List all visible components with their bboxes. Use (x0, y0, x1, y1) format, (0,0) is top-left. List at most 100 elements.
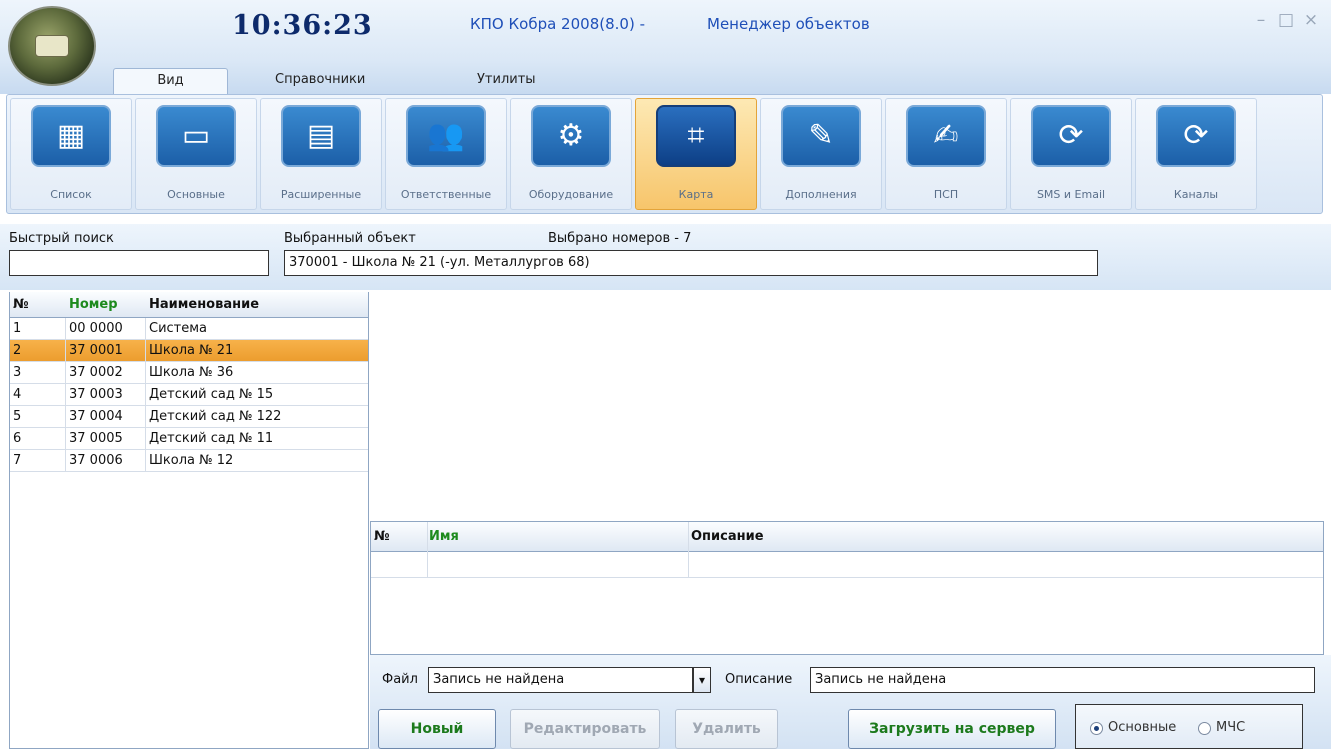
column-divider (65, 318, 66, 472)
refresh-icon: ⟳ (1156, 105, 1236, 167)
table-row[interactable]: 6 37 0005 Детский сад № 11 (10, 428, 368, 450)
minimize-icon[interactable]: – (1250, 10, 1272, 30)
ribbon-toolbar: ▦ Список ▭ Основные ▤ Расширенные 👥 Отве… (6, 94, 1323, 214)
table-row[interactable]: 7 37 0006 Школа № 12 (10, 450, 368, 472)
ribbon-map-button[interactable]: ⌗ Карта (635, 98, 757, 210)
ribbon-label: Основные (167, 188, 225, 201)
users-icon: 👥 (406, 105, 486, 167)
cell-name: Школа № 36 (149, 365, 234, 380)
cell-name: Система (149, 321, 208, 336)
refresh-icon: ⟳ (1031, 105, 1111, 167)
ribbon-responsible-button[interactable]: 👥 Ответственные (385, 98, 507, 210)
table-row[interactable]: 4 37 0003 Детский сад № 15 (10, 384, 368, 406)
ribbon-psp-button[interactable]: ✍ ПСП (885, 98, 1007, 210)
table-row[interactable]: 5 37 0004 Детский сад № 122 (10, 406, 368, 428)
column-divider (688, 522, 689, 578)
table-row-selected[interactable]: 2 37 0001 Школа № 21 (10, 340, 368, 362)
cell-num: 5 (13, 409, 22, 424)
notepad-icon: ✎ (781, 105, 861, 167)
list-icon: ▦ (31, 105, 111, 167)
cell-num: 6 (13, 431, 22, 446)
cell-num: 1 (13, 321, 22, 336)
ribbon-label: SMS и Email (1036, 188, 1106, 201)
radio-mchs-label: МЧС (1216, 720, 1246, 735)
column-description-header[interactable]: Описание (691, 529, 764, 544)
quick-search-input[interactable] (9, 250, 269, 276)
cell-name: Детский сад № 122 (149, 409, 282, 424)
delete-button[interactable]: Удалить (675, 709, 778, 749)
cell-name: Школа № 12 (149, 453, 234, 468)
app-logo-icon (8, 6, 96, 86)
column-divider (427, 522, 428, 578)
column-num-header[interactable]: № (13, 297, 29, 312)
mode-radio-group: Основные МЧС (1075, 704, 1303, 749)
table-row[interactable]: 3 37 0002 Школа № 36 (10, 362, 368, 384)
ribbon-label: Расширенные (280, 188, 362, 201)
table-row[interactable]: 1 00 0000 Система (10, 318, 368, 340)
objects-table: № Номер Наименование 1 00 0000 Система 2… (9, 292, 369, 749)
cell-number: 37 0003 (69, 387, 123, 402)
ribbon-label: Список (50, 188, 92, 201)
table-row[interactable] (371, 552, 1323, 578)
ribbon-label: Оборудование (528, 188, 614, 201)
cell-num: 2 (13, 343, 22, 358)
radio-mchs[interactable] (1198, 722, 1211, 735)
title-bar: 10:36:23 КПО Кобра 2008(8.0) - Менеджер … (0, 0, 1331, 60)
ribbon-sms-email-button[interactable]: ⟳ SMS и Email (1010, 98, 1132, 210)
signature-icon: ✍ (906, 105, 986, 167)
app-name: КПО Кобра 2008(8.0) - (470, 15, 645, 33)
ribbon-label: Дополнения (785, 188, 857, 201)
clock: 10:36:23 (232, 10, 373, 41)
ribbon-label: Ответственные (400, 188, 492, 201)
chevron-down-icon[interactable]: ▾ (693, 667, 711, 693)
cell-number: 37 0005 (69, 431, 123, 446)
column-num-header[interactable]: № (374, 529, 390, 544)
cell-num: 3 (13, 365, 22, 380)
tab-references[interactable]: Справочники (267, 68, 373, 94)
search-panel: Быстрый поиск Выбранный объект Выбрано н… (0, 224, 1331, 290)
new-button[interactable]: Новый (378, 709, 496, 749)
description-label: Описание (725, 672, 793, 687)
ribbon-label: Карта (678, 188, 714, 201)
ribbon-equipment-button[interactable]: ⚙ Оборудование (510, 98, 632, 210)
column-number-header[interactable]: Номер (69, 297, 118, 312)
cell-number: 37 0006 (69, 453, 123, 468)
ribbon-extended-button[interactable]: ▤ Расширенные (260, 98, 382, 210)
column-divider (145, 318, 146, 472)
radio-main-label: Основные (1108, 720, 1177, 735)
tab-row: Вид Справочники Утилиты (0, 60, 1331, 94)
cell-name: Детский сад № 15 (149, 387, 274, 402)
files-table: № Имя Описание (370, 521, 1324, 655)
selected-object-field: 370001 - Школа № 21 (-ул. Металлургов 68… (284, 250, 1098, 276)
gear-icon: ⚙ (531, 105, 611, 167)
cell-num: 4 (13, 387, 22, 402)
column-name-header[interactable]: Имя (429, 529, 459, 544)
description-field[interactable]: Запись не найдена (810, 667, 1315, 693)
file-select[interactable]: Запись не найдена (428, 667, 693, 693)
close-icon[interactable]: × (1300, 10, 1322, 30)
column-name-header[interactable]: Наименование (149, 297, 259, 312)
tab-utilities[interactable]: Утилиты (469, 68, 544, 94)
cell-number: 00 0000 (69, 321, 123, 336)
maximize-icon[interactable]: □ (1275, 10, 1297, 30)
cell-number: 37 0004 (69, 409, 123, 424)
radio-main[interactable] (1090, 722, 1103, 735)
tab-view[interactable]: Вид (113, 68, 228, 94)
ribbon-label: Каналы (1173, 188, 1219, 201)
map-icon: ⌗ (656, 105, 736, 167)
edit-button[interactable]: Редактировать (510, 709, 660, 749)
cell-name: Школа № 21 (149, 343, 234, 358)
table-header: № Номер Наименование (10, 292, 368, 318)
ribbon-list-button[interactable]: ▦ Список (10, 98, 132, 210)
ribbon-additions-button[interactable]: ✎ Дополнения (760, 98, 882, 210)
window-title: Менеджер объектов (707, 15, 870, 33)
cell-num: 7 (13, 453, 22, 468)
cell-name: Детский сад № 11 (149, 431, 274, 446)
ribbon-channels-button[interactable]: ⟳ Каналы (1135, 98, 1257, 210)
cell-number: 37 0002 (69, 365, 123, 380)
selected-count-label: Выбрано номеров - 7 (548, 231, 692, 246)
ribbon-main-button[interactable]: ▭ Основные (135, 98, 257, 210)
upload-to-server-button[interactable]: Загрузить на сервер (848, 709, 1056, 749)
table-header: № Имя Описание (371, 522, 1323, 552)
selected-object-label: Выбранный объект (284, 231, 416, 246)
